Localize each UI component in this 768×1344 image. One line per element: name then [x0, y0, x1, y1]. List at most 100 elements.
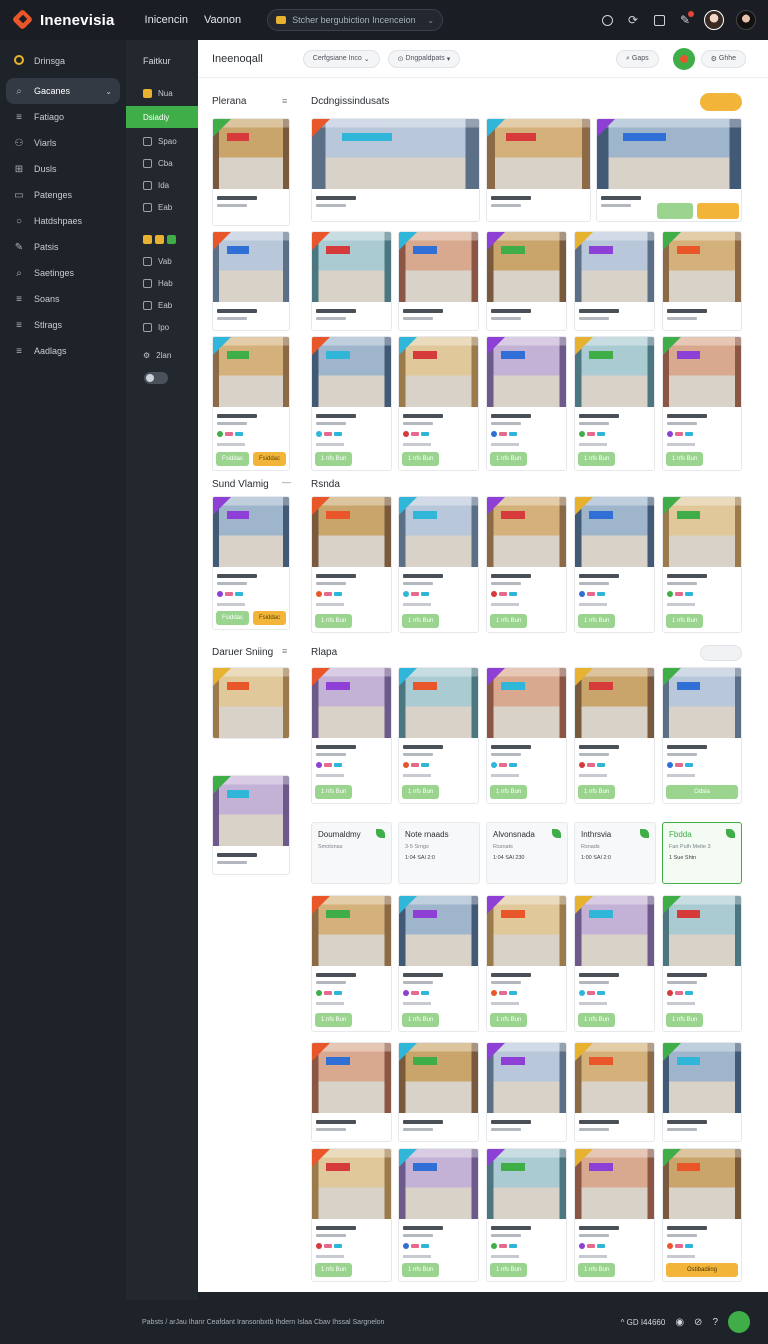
swatch-dot[interactable]	[491, 1243, 497, 1249]
add-button[interactable]: 1 nfs Bun	[578, 1263, 616, 1277]
avatar[interactable]	[704, 10, 724, 30]
add-button[interactable]: 1 nfs Bun	[578, 1013, 616, 1027]
product-card[interactable]	[311, 231, 392, 331]
product-card[interactable]: 1 nfs Bun	[662, 895, 742, 1032]
brand-name[interactable]: Inenevisia	[40, 12, 115, 29]
filter-row-2[interactable]: Spao	[126, 130, 198, 152]
swatch-dot[interactable]	[667, 591, 673, 597]
filter-row-0[interactable]: Nua	[126, 82, 198, 104]
status-button[interactable]	[672, 47, 695, 70]
swatch-dot[interactable]	[579, 591, 585, 597]
add-button[interactable]: Fsiddac	[216, 611, 250, 625]
add-button[interactable]: 1 nfs Bun	[402, 785, 440, 799]
product-card[interactable]: Fsiddac Fsiddac	[212, 496, 290, 630]
add-button[interactable]: 1 nfs Bun	[402, 1263, 440, 1277]
product-card[interactable]	[486, 1042, 567, 1142]
swatch-dot[interactable]	[579, 990, 585, 996]
product-card[interactable]	[662, 1042, 742, 1142]
buy-button[interactable]: Fsiddac	[252, 611, 286, 625]
filter-row-3[interactable]: Cba	[126, 152, 198, 174]
product-card[interactable]: Odsla	[662, 667, 742, 804]
swatch-dot[interactable]	[403, 762, 409, 768]
sidebar-item-3[interactable]: ⚇ Viarls	[0, 130, 126, 156]
add-button[interactable]: 1 nfs Bun	[315, 452, 353, 466]
action-button[interactable]	[728, 1311, 750, 1333]
checkbox[interactable]	[143, 136, 152, 146]
sidebar-item-9[interactable]: ≡ Soans	[0, 286, 126, 312]
filter-row-4[interactable]: Ida	[126, 174, 198, 196]
product-card[interactable]: 1 nfs Bun	[662, 336, 742, 471]
feature-card-5[interactable]: Fbdda Fan Pulh Meite 3 1 Sue Shtn	[662, 822, 742, 884]
add-button[interactable]: 1 nfs Bun	[578, 785, 616, 799]
sidebar-item-8[interactable]: ⌕ Saetinges	[0, 260, 126, 286]
swatch-dot[interactable]	[217, 591, 223, 597]
product-card[interactable]: 1 nfs Bun	[574, 336, 655, 471]
window-icon[interactable]	[652, 13, 666, 27]
buy-button[interactable]: Fsiddac	[252, 452, 286, 466]
add-button[interactable]: 1 nfs Bun	[490, 1013, 528, 1027]
product-card[interactable]: 1 nfs Bun	[398, 667, 479, 804]
search-pill[interactable]: ⌕ Gaps	[616, 49, 659, 68]
checkbox[interactable]	[143, 202, 152, 212]
add-button[interactable]: 1 nfs Bun	[402, 1013, 440, 1027]
product-card[interactable]	[311, 1042, 392, 1142]
filter-row-7[interactable]: Hab	[126, 272, 198, 294]
sidebar-item-2[interactable]: ≡ Fatiago	[0, 104, 126, 130]
swatch-dot[interactable]	[316, 591, 322, 597]
product-card[interactable]	[212, 231, 290, 331]
swatch-dot[interactable]	[579, 431, 585, 437]
swatch-dot[interactable]	[403, 431, 409, 437]
product-card[interactable]	[212, 118, 290, 226]
sidebar-item-10[interactable]: ≡ Stlrags	[0, 312, 126, 338]
status-icon[interactable]	[600, 13, 614, 27]
cart-button[interactable]	[697, 203, 739, 219]
sidebar-item-6[interactable]: ○ Hatdshpaes	[0, 208, 126, 234]
swatch-dot[interactable]	[403, 990, 409, 996]
footer-label[interactable]: ^ GD I44660	[621, 1318, 666, 1327]
swatch-dot[interactable]	[667, 990, 673, 996]
product-card[interactable]: 1 nfs Bun	[574, 1148, 655, 1282]
avatar-secondary[interactable]	[736, 10, 756, 30]
swatch-dot[interactable]	[491, 431, 497, 437]
menu-icon[interactable]: ≡	[282, 96, 287, 106]
swatch-dot[interactable]	[217, 431, 223, 437]
checkbox[interactable]	[143, 300, 152, 310]
feature-card-1[interactable]: Doumaldmy Smotsnas	[311, 822, 392, 884]
menu-icon[interactable]: —	[282, 477, 291, 487]
product-card[interactable]: 1 nfs Bun	[311, 496, 392, 633]
refresh-icon[interactable]: ⟳	[626, 13, 640, 27]
toggle-switch[interactable]	[144, 372, 168, 384]
product-card[interactable]	[398, 1042, 479, 1142]
checkbox[interactable]	[143, 88, 152, 98]
add-button[interactable]: 1 nfs Bun	[490, 1263, 528, 1277]
swatch-dot[interactable]	[579, 1243, 585, 1249]
help-icon[interactable]: ?	[712, 1317, 718, 1328]
add-button[interactable]: 1 nfs Bun	[490, 452, 528, 466]
product-card[interactable]	[486, 118, 591, 222]
bell-icon[interactable]: ✎	[678, 11, 694, 27]
swatch-dot[interactable]	[579, 762, 585, 768]
filter-row-9[interactable]: Ipo	[126, 316, 198, 338]
add-button[interactable]: 1 nfs Bun	[490, 785, 528, 799]
filter-row-10[interactable]: ⚙ 2lan	[126, 344, 198, 366]
feature-card-4[interactable]: Inthrsvia Rsnads 1:00 SAl 2:0	[574, 822, 656, 884]
filter-row-8[interactable]: Eab	[126, 294, 198, 316]
product-card[interactable]: 1 nfs Bun	[311, 895, 392, 1032]
compare-button[interactable]	[657, 203, 693, 219]
swatch-dot[interactable]	[403, 1243, 409, 1249]
product-card[interactable]: 1 nfs Bun	[662, 496, 742, 633]
topnav-item-1[interactable]: Inicencin	[145, 14, 188, 26]
topnav-item-2[interactable]: Vaonon	[204, 14, 241, 26]
product-card[interactable]: 1 nfs Bun	[486, 496, 567, 633]
checkbox[interactable]	[143, 278, 152, 288]
settings-pill[interactable]: ⚙ Ghhe	[700, 49, 746, 68]
product-card[interactable]	[662, 231, 742, 331]
add-button[interactable]: 1 nfs Bun	[315, 1263, 353, 1277]
product-card[interactable]: 1 nfs Bun	[311, 336, 392, 471]
swatch-dot[interactable]	[491, 990, 497, 996]
checkbox[interactable]	[143, 256, 152, 266]
product-card[interactable]: 1 nfs Bun	[398, 1148, 479, 1282]
product-card[interactable]: 1 nfs Bun	[311, 667, 392, 804]
swatch-dot[interactable]	[316, 990, 322, 996]
product-card[interactable]: 1 nfs Bun	[574, 895, 655, 1032]
